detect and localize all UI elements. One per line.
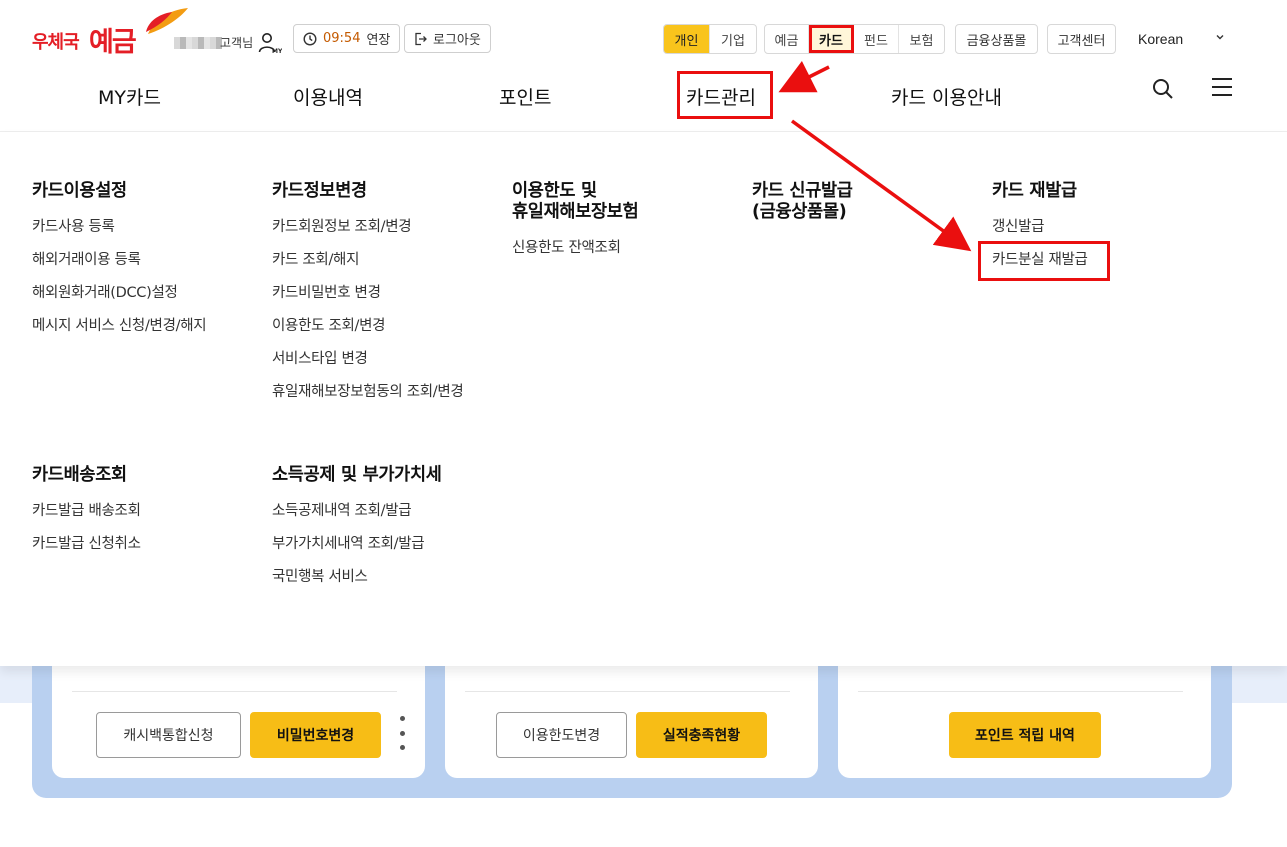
- customer-center-button[interactable]: 고객센터: [1047, 24, 1116, 54]
- section-title: 카드 재발급: [992, 181, 1077, 201]
- menu-item-income-deduction[interactable]: 소득공제내역 조회/발급: [272, 499, 512, 532]
- menu-item-card-use-registration[interactable]: 카드사용 등록: [32, 215, 272, 248]
- service-tabs: 예금 카드 펀드 보험: [764, 24, 945, 54]
- card-management-mega-menu: 카드이용설정 카드사용 등록 해외거래이용 등록 해외원화거래(DCC)설정 메…: [0, 132, 1287, 666]
- menu-item-dcc-settings[interactable]: 해외원화거래(DCC)설정: [32, 281, 272, 314]
- chevron-down-icon[interactable]: [1215, 32, 1225, 42]
- financial-mall-button[interactable]: 금융상품몰: [955, 24, 1038, 54]
- menu-item-credit-limit-balance[interactable]: 신용한도 잔액조회: [512, 236, 752, 269]
- performance-status-button[interactable]: 실적충족현황: [636, 712, 767, 758]
- logout-button[interactable]: 로그아웃: [404, 24, 491, 53]
- service-tab-card[interactable]: 카드: [809, 25, 854, 53]
- menu-item-delivery-inquiry[interactable]: 카드발급 배송조회: [32, 499, 272, 532]
- customer-type-personal[interactable]: 개인: [664, 25, 710, 53]
- menu-section-card-delivery: 카드배송조회 카드발급 배송조회 카드발급 신청취소: [32, 465, 272, 565]
- gnb-usage-history[interactable]: 이용내역: [293, 83, 363, 110]
- menu-item-card-inquiry-cancel[interactable]: 카드 조회/해지: [272, 248, 512, 281]
- section-title: 카드이용설정: [32, 181, 127, 201]
- menu-section-tax: 소득공제 및 부가가치세 소득공제내역 조회/발급 부가가치세내역 조회/발급 …: [272, 465, 512, 598]
- menu-item-happiness-service[interactable]: 국민행복 서비스: [272, 565, 512, 598]
- customer-type-toggle: 개인 기업: [663, 24, 757, 54]
- menu-item-message-service[interactable]: 메시지 서비스 신청/변경/해지: [32, 314, 272, 347]
- cashback-apply-button[interactable]: 캐시백통합신청: [96, 712, 241, 758]
- my-label: MY: [272, 48, 282, 54]
- more-options-icon[interactable]: [399, 716, 405, 750]
- gnb-my-card[interactable]: MY카드: [98, 83, 161, 110]
- section-title: 소득공제 및 부가가치세: [272, 465, 442, 485]
- section-title: 카드정보변경: [272, 181, 367, 201]
- menu-section-card-info-change: 카드정보변경 카드회원정보 조회/변경 카드 조회/해지 카드비밀번호 변경 이…: [272, 181, 512, 413]
- menu-section-limit-insurance: 이용한도 및 휴일재해보장보험 신용한도 잔액조회: [512, 181, 752, 269]
- point-history-button[interactable]: 포인트 적립 내역: [949, 712, 1101, 758]
- service-tab-insurance[interactable]: 보험: [899, 25, 944, 53]
- menu-item-member-info[interactable]: 카드회원정보 조회/변경: [272, 215, 512, 248]
- section-title[interactable]: 카드 신규발급 (금융상품몰): [752, 181, 992, 223]
- language-select[interactable]: Korean: [1138, 31, 1183, 47]
- menu-item-holiday-insurance-consent[interactable]: 휴일재해보장보험동의 조회/변경: [272, 380, 512, 413]
- gnb-card-guide[interactable]: 카드 이용안내: [891, 83, 1002, 110]
- menu-item-issue-request-cancel[interactable]: 카드발급 신청취소: [32, 532, 272, 565]
- customer-type-business[interactable]: 기업: [710, 25, 756, 53]
- menu-item-overseas-use-registration[interactable]: 해외거래이용 등록: [32, 248, 272, 281]
- logo-brand: 우체국: [32, 32, 80, 53]
- service-tab-fund[interactable]: 펀드: [854, 25, 899, 53]
- lost-card-reissue-highlight: [978, 241, 1110, 281]
- arrow-to-card-management: [778, 60, 830, 93]
- section-title: 카드배송조회: [32, 465, 127, 485]
- menu-section-new-card-issue: 카드 신규발급 (금융상품몰): [752, 181, 992, 236]
- my-page-icon[interactable]: MY: [258, 32, 282, 54]
- clock-icon: [303, 31, 317, 46]
- menu-item-vat-inquiry[interactable]: 부가가치세내역 조회/발급: [272, 532, 512, 565]
- menu-section-card-usage-settings: 카드이용설정 카드사용 등록 해외거래이용 등록 해외원화거래(DCC)설정 메…: [32, 181, 272, 347]
- menu-item-card-password-change[interactable]: 카드비밀번호 변경: [272, 281, 512, 314]
- logo[interactable]: 우체국 예금: [32, 6, 188, 58]
- change-password-button[interactable]: 비밀번호변경: [250, 712, 381, 758]
- masked-user-name: [174, 37, 222, 49]
- menu-item-limit-inquiry-change[interactable]: 이용한도 조회/변경: [272, 314, 512, 347]
- service-tab-deposit[interactable]: 예금: [765, 25, 809, 53]
- session-extend-button[interactable]: 09:54 연장: [293, 24, 401, 53]
- extend-label: 연장: [366, 33, 391, 48]
- menu-item-service-type-change[interactable]: 서비스타입 변경: [272, 347, 512, 380]
- change-limit-button[interactable]: 이용한도변경: [496, 712, 627, 758]
- card-management-highlight: [677, 71, 773, 119]
- logout-label: 로그아웃: [433, 33, 481, 48]
- hamburger-menu-icon[interactable]: [1211, 77, 1233, 97]
- user-suffix: 고객님: [220, 36, 254, 50]
- session-timer: 09:54: [323, 31, 361, 46]
- logo-leaf-icon: [146, 8, 188, 34]
- search-icon[interactable]: [1152, 78, 1174, 100]
- logout-icon: [415, 32, 427, 45]
- section-title: 이용한도 및 휴일재해보장보험: [512, 181, 639, 222]
- gnb-points[interactable]: 포인트: [499, 83, 551, 110]
